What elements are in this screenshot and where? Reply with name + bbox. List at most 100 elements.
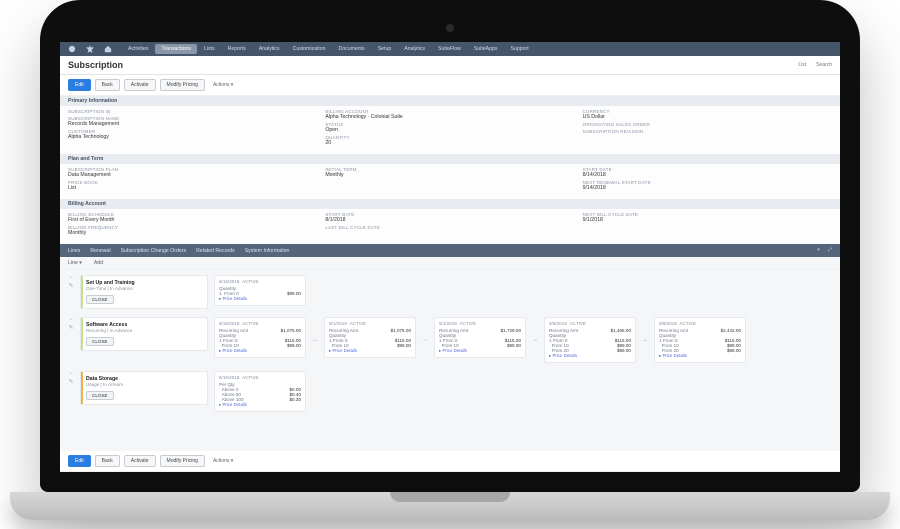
field-value: 9/14/2018	[583, 185, 832, 191]
field-value: Data Management	[68, 172, 317, 178]
period-date: 8/15/2018 ACTIVE	[219, 321, 301, 326]
price-details-link[interactable]: ▸ Price Details	[549, 353, 631, 359]
tab-transactions[interactable]: Transactions	[155, 44, 197, 54]
tab-lists[interactable]: Lists	[198, 44, 221, 54]
price-details-link[interactable]: ▸ Price Details	[439, 348, 521, 354]
field-label: SUBSCRIPTION ID	[68, 109, 317, 114]
back-button[interactable]: Back	[95, 79, 120, 91]
period-date: 8/15/2018 ACTIVE	[219, 375, 301, 380]
page-header: Subscription List Search	[60, 56, 840, 75]
tab-analytics2[interactable]: Analytics	[398, 44, 431, 54]
arrow-right-icon: →	[532, 337, 538, 343]
field-value: 20	[325, 140, 574, 146]
section-billing: Billing Account	[60, 199, 840, 209]
period-date: 9/1/2018 ACTIVE	[439, 321, 521, 326]
modify-pricing-button-bottom[interactable]: Modify Pricing	[160, 455, 205, 467]
field-value: 8/14/2018	[583, 172, 832, 178]
field-value: 9/1/2018	[583, 217, 832, 223]
price-details-link[interactable]: ▸ Price Details	[329, 348, 411, 354]
field-value: First of Every Month	[68, 217, 317, 223]
price-details-link[interactable]: ▸ Price Details	[219, 296, 301, 302]
app-logo-icon	[68, 45, 76, 53]
header-link-list[interactable]: List	[798, 62, 806, 68]
modify-pricing-button[interactable]: Modify Pricing	[160, 79, 205, 91]
lines-body: − ✎ Set Up and Training One-Time | In Ad…	[60, 270, 840, 422]
field-label: ORIGINATING SALES ORDER	[583, 122, 832, 127]
tab-customization[interactable]: Customization	[287, 44, 332, 54]
period-card: 9/1/2018 ACTIVE Recurring Amt$1,075.00 Q…	[324, 317, 416, 358]
field-value: Open	[325, 127, 574, 133]
field-value: List	[68, 185, 317, 191]
top-tabs: Activities Transactions Lists Reports An…	[122, 44, 535, 54]
collapse-icon[interactable]: −	[69, 371, 73, 377]
collapse-icon[interactable]: −	[69, 317, 73, 323]
activate-button-bottom[interactable]: Activate	[124, 455, 156, 467]
action-bar-bottom: Edit Back Activate Modify Pricing Action…	[60, 451, 840, 472]
period-date: 9/8/2018 ACTIVE	[549, 321, 631, 326]
field-value: Monthly	[325, 172, 574, 178]
arrow-right-icon: →	[422, 337, 428, 343]
edit-button[interactable]: Edit	[68, 79, 91, 91]
back-button-bottom[interactable]: Back	[95, 455, 120, 467]
tab-support[interactable]: Support	[504, 44, 534, 54]
field-value: 8/1/2018	[325, 217, 574, 223]
section-plan-term: Plan and Term	[60, 154, 840, 164]
period-card: 8/15/2018 ACTIVE Quantity 1 From 0$99.00…	[214, 275, 306, 306]
subtab-system[interactable]: System Information	[245, 248, 290, 254]
actions-menu-bottom[interactable]: Actions ▾	[213, 458, 233, 464]
period-date: 9/1/2018 ACTIVE	[329, 321, 411, 326]
star-icon[interactable]	[86, 45, 94, 53]
plan-term-fields: SUBSCRIPTION PLANData Management PRICE B…	[60, 164, 840, 199]
header-link-search[interactable]: Search	[816, 62, 832, 68]
subtab-renewal[interactable]: Renewal	[90, 248, 110, 254]
tab-setup[interactable]: Setup	[372, 44, 398, 54]
price-details-link[interactable]: ▸ Price Details	[219, 348, 301, 354]
tab-documents[interactable]: Documents	[332, 44, 370, 54]
action-bar-top: Edit Back Activate Modify Pricing Action…	[60, 75, 840, 96]
line-item-card: Data Storage Usage | In Arrears CLOSE	[80, 371, 208, 405]
price-details-link[interactable]: ▸ Price Details	[219, 402, 301, 408]
global-nav: Activities Transactions Lists Reports An…	[60, 42, 840, 56]
period-card: 9/8/2018 ACTIVE Recurring Amt$1,465.00 Q…	[544, 317, 636, 363]
lines-tab-add[interactable]: Add	[94, 260, 103, 266]
filter-icon[interactable]: ▾	[817, 247, 820, 254]
field-value: Alpha Technology · Colonial Suite	[325, 114, 574, 120]
subtab-changeorders[interactable]: Subscription Change Orders	[121, 248, 186, 254]
field-value: US Dollar	[583, 114, 832, 120]
arrow-right-icon: →	[642, 337, 648, 343]
tab-analytics[interactable]: Analytics	[253, 44, 286, 54]
price-details-link[interactable]: ▸ Price Details	[659, 353, 741, 359]
actions-menu[interactable]: Actions ▾	[213, 82, 233, 88]
period-card: 8/15/2018 ACTIVE Per Qty Above 0$0.00 Ab…	[214, 371, 306, 412]
line-item-card: Software Access Recurring | In Advance C…	[80, 317, 208, 351]
close-line-button[interactable]: CLOSE	[86, 337, 114, 346]
close-line-button[interactable]: CLOSE	[86, 391, 114, 400]
tab-activities[interactable]: Activities	[122, 44, 154, 54]
subtab-related[interactable]: Related Records	[196, 248, 235, 254]
close-line-button[interactable]: CLOSE	[86, 295, 114, 304]
activate-button[interactable]: Activate	[124, 79, 156, 91]
app-root: Activities Transactions Lists Reports An…	[60, 42, 840, 472]
lines-tab-line[interactable]: Line ▾	[68, 260, 82, 266]
expand-icon[interactable]: ⤢	[828, 247, 832, 254]
collapse-icon[interactable]: −	[69, 275, 73, 281]
period-card: 9/8/2018 ACTIVE Recurring Amt$2,442.00 Q…	[654, 317, 746, 363]
field-value: Records Management	[68, 121, 317, 127]
line-row: − ✎ Set Up and Training One-Time | In Ad…	[68, 275, 832, 309]
edit-line-icon[interactable]: ✎	[69, 283, 74, 289]
edit-line-icon[interactable]: ✎	[69, 379, 74, 385]
field-value: Monthly	[68, 230, 317, 236]
subtab-lines[interactable]: Lines	[68, 248, 80, 254]
edit-line-icon[interactable]: ✎	[69, 325, 74, 331]
edit-button-bottom[interactable]: Edit	[68, 455, 91, 467]
tab-reports[interactable]: Reports	[222, 44, 252, 54]
tab-suiteflow[interactable]: SuiteFlow	[432, 44, 467, 54]
billing-fields: BILLING SCHEDULEFirst of Every Month BIL…	[60, 209, 840, 244]
tab-suiteapps[interactable]: SuiteApps	[468, 44, 504, 54]
line-item-sub: Usage | In Arrears	[86, 382, 202, 387]
period-card: 8/15/2018 ACTIVE Recurring Amt$1,075.00 …	[214, 317, 306, 358]
page-title: Subscription	[68, 60, 123, 70]
arrow-right-icon: →	[312, 337, 318, 343]
line-item-sub: Recurring | In Advance	[86, 328, 202, 333]
home-icon[interactable]	[104, 45, 112, 53]
